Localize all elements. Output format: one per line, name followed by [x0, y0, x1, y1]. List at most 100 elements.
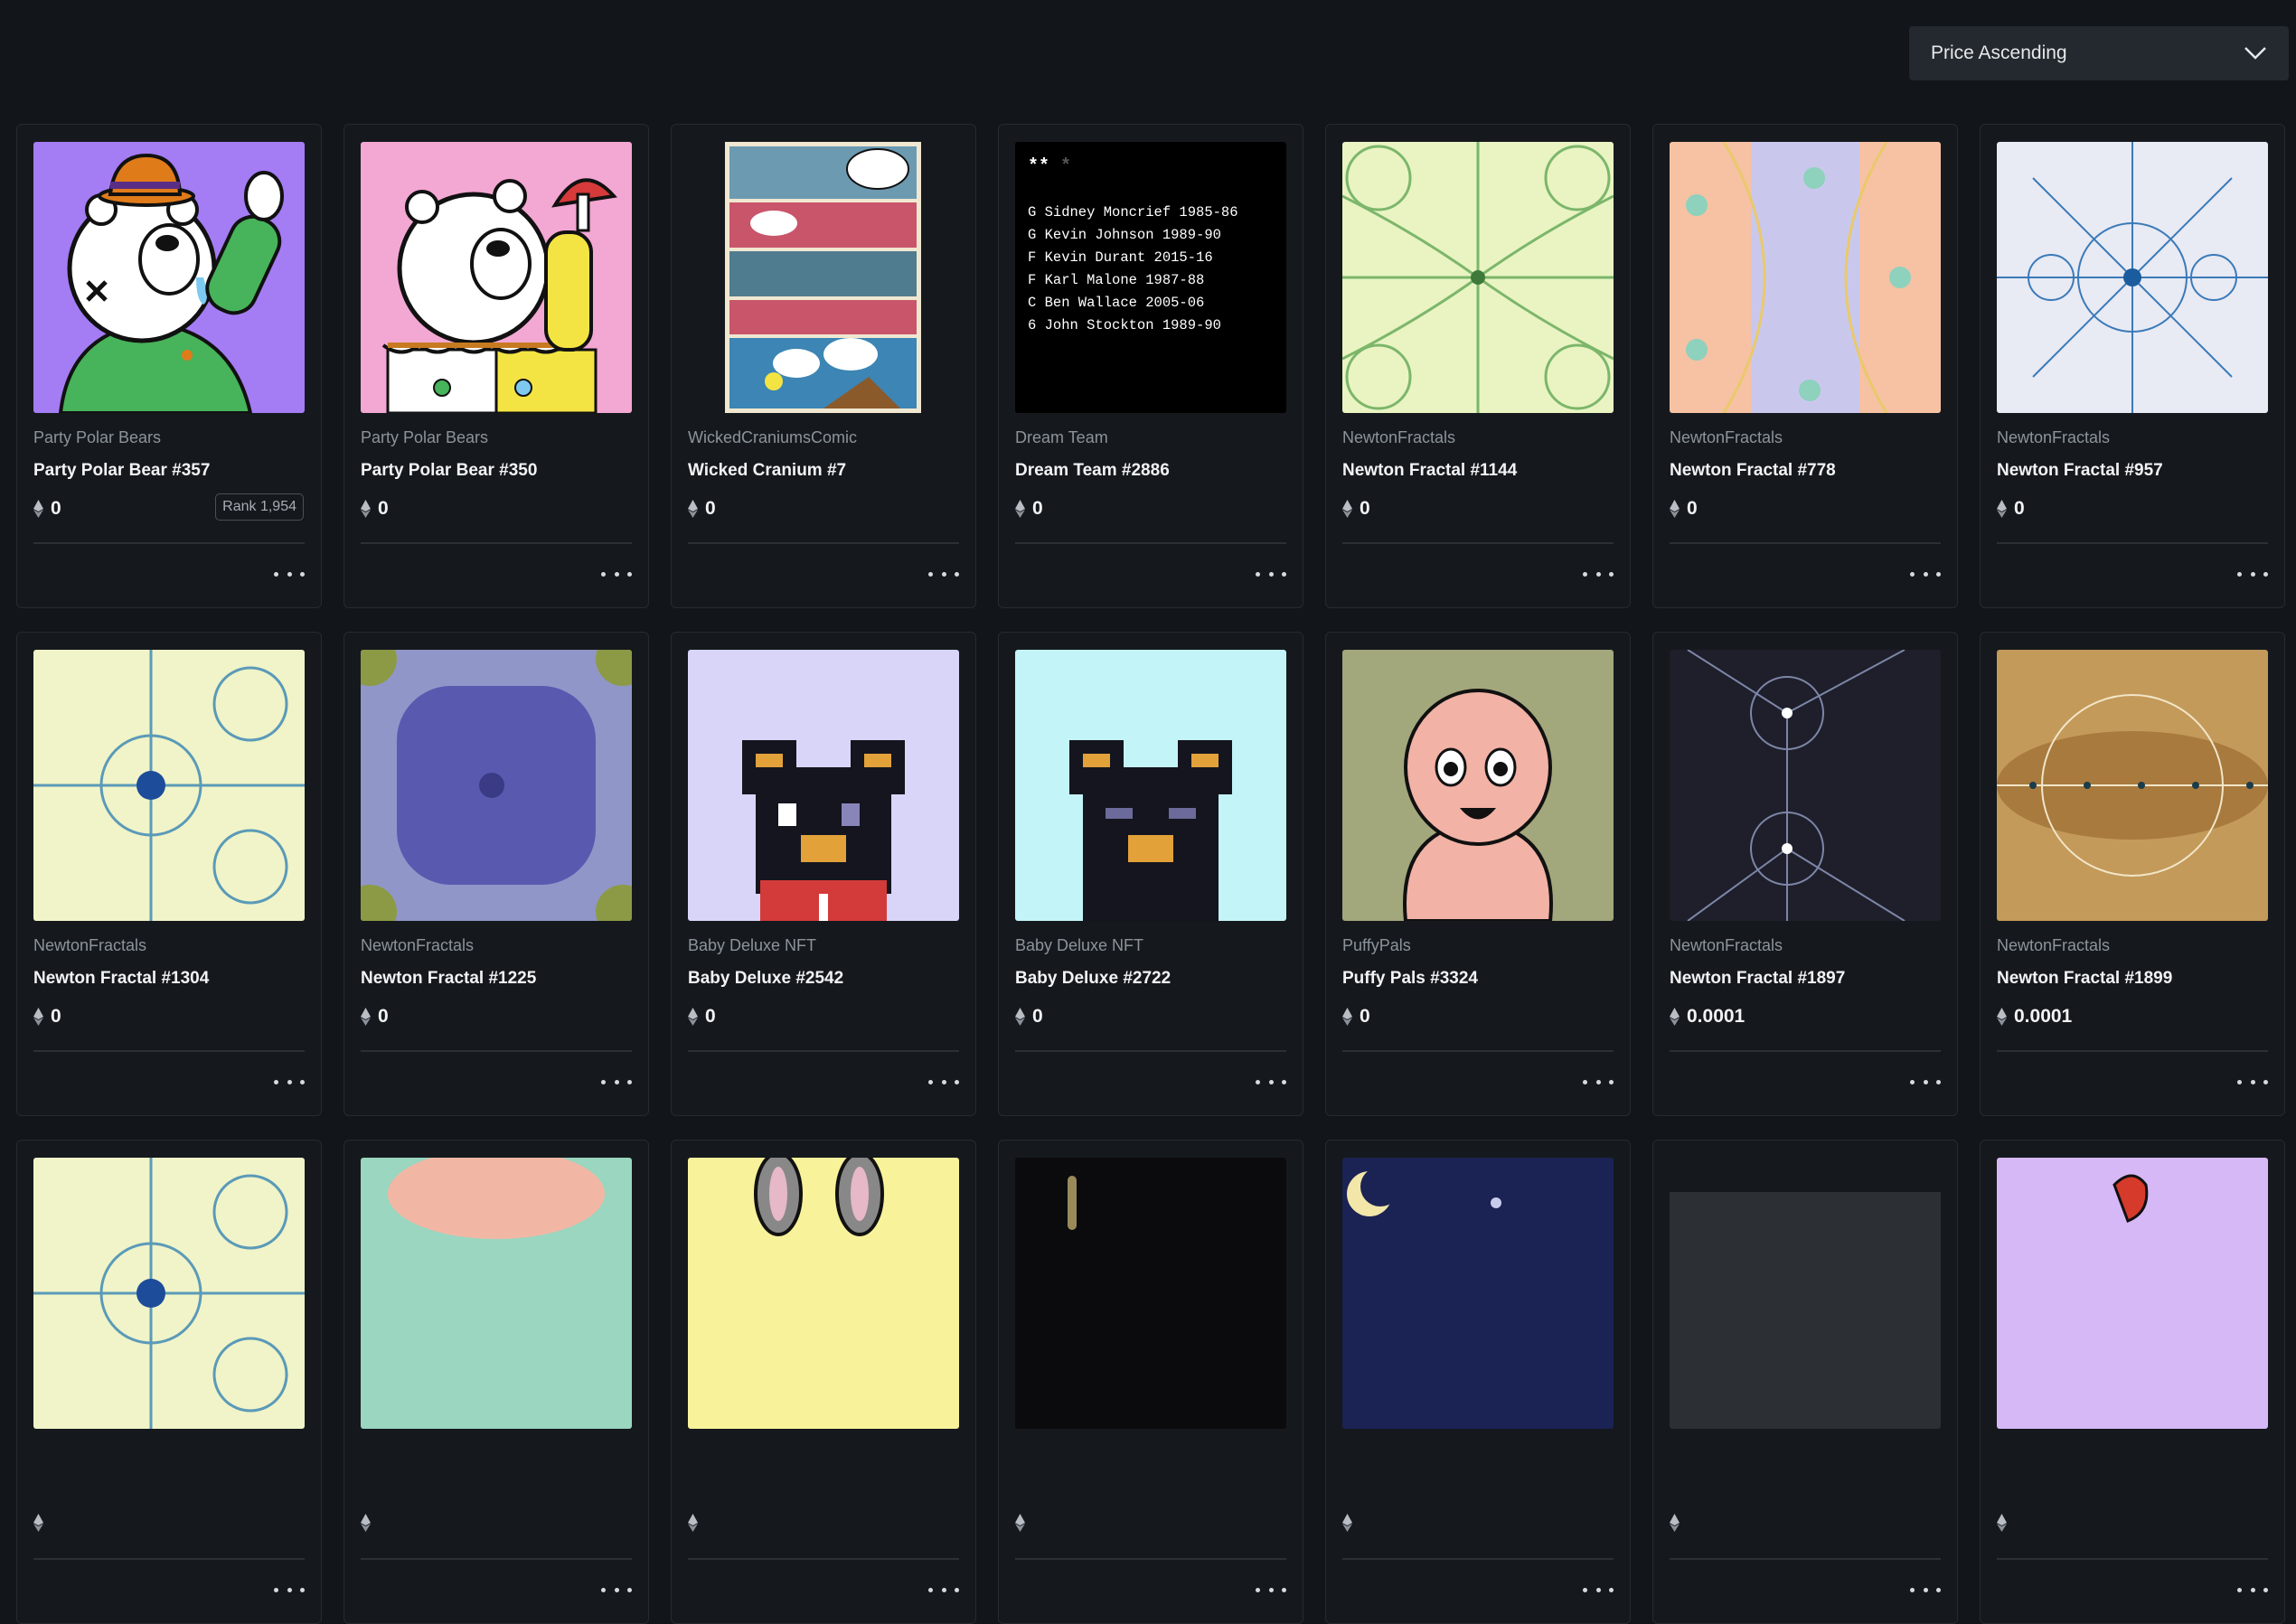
more-horizontal-icon[interactable] [601, 562, 632, 586]
more-horizontal-icon[interactable] [2237, 562, 2268, 586]
more-horizontal-icon[interactable] [928, 562, 959, 586]
sort-select[interactable]: Price Ascending [1909, 26, 2289, 80]
ethereum-icon [1997, 1514, 2007, 1532]
collection-name[interactable]: NewtonFractals [1997, 936, 2110, 955]
nft-card[interactable] [1652, 1140, 1958, 1624]
more-horizontal-icon[interactable] [928, 1070, 959, 1094]
more-horizontal-icon[interactable] [2237, 1578, 2268, 1601]
nft-image[interactable] [1015, 1158, 1286, 1429]
collection-name[interactable]: Dream Team [1015, 428, 1108, 447]
nft-name[interactable]: Newton Fractal #1897 [1670, 969, 1845, 989]
more-horizontal-icon[interactable] [274, 562, 305, 586]
nft-name[interactable]: Newton Fractal #1899 [1997, 969, 2172, 989]
collection-name[interactable]: Baby Deluxe NFT [688, 936, 816, 955]
collection-name[interactable]: NewtonFractals [1342, 428, 1455, 447]
nft-image[interactable] [33, 650, 305, 921]
nft-card[interactable]: NewtonFractals Newton Fractal #1899 0.00… [1980, 632, 2285, 1116]
nft-name[interactable]: Dream Team #2886 [1015, 461, 1170, 481]
nft-card[interactable]: Baby Deluxe NFT Baby Deluxe #2542 0 [671, 632, 976, 1116]
nft-image[interactable] [361, 1158, 632, 1429]
more-horizontal-icon[interactable] [1583, 562, 1614, 586]
more-horizontal-icon[interactable] [601, 1070, 632, 1094]
collection-name[interactable]: NewtonFractals [33, 936, 146, 955]
nft-name[interactable]: Wicked Cranium #7 [688, 461, 846, 481]
more-horizontal-icon[interactable] [1583, 1578, 1614, 1601]
nft-image[interactable] [688, 1158, 959, 1429]
nft-name[interactable]: Party Polar Bear #357 [33, 461, 210, 481]
ethereum-icon [1015, 1008, 1025, 1026]
nft-name[interactable]: Baby Deluxe #2722 [1015, 969, 1171, 989]
ethereum-icon [1015, 500, 1025, 518]
nft-image[interactable] [688, 650, 959, 921]
nft-name[interactable]: Party Polar Bear #350 [361, 461, 537, 481]
collection-name[interactable]: Party Polar Bears [33, 428, 161, 447]
collection-name[interactable]: Party Polar Bears [361, 428, 488, 447]
collection-name[interactable]: NewtonFractals [1997, 428, 2110, 447]
nft-card[interactable]: Party Polar Bears Party Polar Bear #357 … [16, 124, 322, 608]
collection-name[interactable]: Baby Deluxe NFT [1015, 936, 1143, 955]
nft-name[interactable]: Baby Deluxe #2542 [688, 969, 843, 989]
nft-card[interactable]: NewtonFractals Newton Fractal #1304 0 [16, 632, 322, 1116]
nft-card[interactable]: ** * G Sidney Moncrief 1985-86 G Kevin Joh… [998, 124, 1303, 608]
collection-name[interactable]: WickedCraniumsComic [688, 428, 857, 447]
nft-name[interactable]: Puffy Pals #3324 [1342, 969, 1478, 989]
nft-image[interactable] [688, 142, 959, 413]
more-horizontal-icon[interactable] [1583, 1070, 1614, 1094]
nft-image[interactable] [1015, 650, 1286, 921]
more-horizontal-icon[interactable] [1256, 1070, 1286, 1094]
nft-name[interactable]: Newton Fractal #1144 [1342, 461, 1517, 481]
more-horizontal-icon[interactable] [1910, 562, 1941, 586]
nft-card[interactable] [1325, 1140, 1631, 1624]
collection-name[interactable]: NewtonFractals [361, 936, 474, 955]
nft-card[interactable] [16, 1140, 322, 1624]
nft-card[interactable]: PuffyPals Puffy Pals #3324 0 [1325, 632, 1631, 1116]
nft-card[interactable]: NewtonFractals Newton Fractal #957 0 [1980, 124, 2285, 608]
nft-image[interactable] [1342, 142, 1614, 413]
nft-card[interactable]: NewtonFractals Newton Fractal #1897 0.00… [1652, 632, 1958, 1116]
nft-card[interactable]: WickedCraniumsComic Wicked Cranium #7 0 [671, 124, 976, 608]
more-horizontal-icon[interactable] [1256, 1578, 1286, 1601]
nft-image[interactable] [1997, 142, 2268, 413]
nft-card[interactable] [1980, 1140, 2285, 1624]
collection-name[interactable]: NewtonFractals [1670, 936, 1783, 955]
nft-image[interactable] [1342, 1158, 1614, 1429]
nft-image[interactable] [1997, 650, 2268, 921]
nft-card[interactable]: NewtonFractals Newton Fractal #778 0 [1652, 124, 1958, 608]
nft-name[interactable]: Newton Fractal #1225 [361, 969, 536, 989]
price [361, 1514, 378, 1532]
collection-name[interactable]: NewtonFractals [1670, 428, 1783, 447]
nft-image[interactable] [361, 650, 632, 921]
nft-name[interactable]: Newton Fractal #957 [1997, 461, 2163, 481]
more-horizontal-icon[interactable] [274, 1070, 305, 1094]
nft-artwork [1015, 1158, 1286, 1429]
nft-card[interactable]: NewtonFractals Newton Fractal #1225 0 [343, 632, 649, 1116]
nft-image[interactable] [1670, 1158, 1941, 1429]
nft-image[interactable] [33, 1158, 305, 1429]
nft-card[interactable] [343, 1140, 649, 1624]
nft-image[interactable] [1997, 1158, 2268, 1429]
more-horizontal-icon[interactable] [1910, 1578, 1941, 1601]
more-horizontal-icon[interactable] [1256, 562, 1286, 586]
more-horizontal-icon[interactable] [274, 1578, 305, 1601]
price: 0 [361, 1006, 389, 1028]
more-horizontal-icon[interactable] [928, 1578, 959, 1601]
collection-name[interactable]: PuffyPals [1342, 936, 1411, 955]
nft-image[interactable] [361, 142, 632, 413]
nft-name[interactable]: Newton Fractal #1304 [33, 969, 209, 989]
nft-card[interactable] [998, 1140, 1303, 1624]
nft-image[interactable] [1670, 142, 1941, 413]
nft-card[interactable]: NewtonFractals Newton Fractal #1144 0 [1325, 124, 1631, 608]
nft-card[interactable] [671, 1140, 976, 1624]
more-horizontal-icon[interactable] [1910, 1070, 1941, 1094]
more-horizontal-icon[interactable] [2237, 1070, 2268, 1094]
nft-image[interactable]: ** * G Sidney Moncrief 1985-86 G Kevin Joh… [1015, 142, 1286, 413]
price-value: 0 [51, 498, 61, 519]
nft-image[interactable] [1342, 650, 1614, 921]
nft-image[interactable] [1670, 650, 1941, 921]
nft-name[interactable]: Newton Fractal #778 [1670, 461, 1836, 481]
nft-card[interactable]: Party Polar Bears Party Polar Bear #350 … [343, 124, 649, 608]
nft-image[interactable] [33, 142, 305, 413]
price: 0 [1342, 1006, 1370, 1028]
nft-card[interactable]: Baby Deluxe NFT Baby Deluxe #2722 0 [998, 632, 1303, 1116]
more-horizontal-icon[interactable] [601, 1578, 632, 1601]
